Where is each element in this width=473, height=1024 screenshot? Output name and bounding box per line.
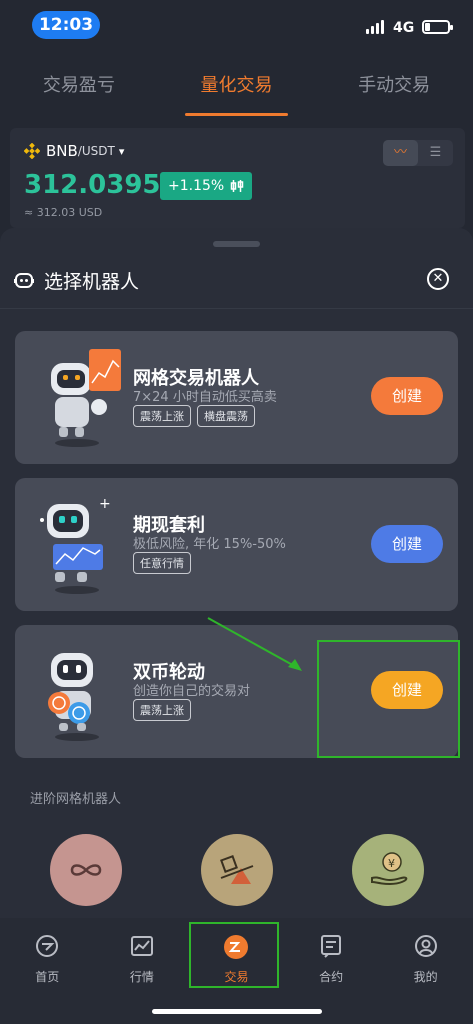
battery-icon bbox=[422, 20, 453, 34]
sheet-title-text: 选择机器人 bbox=[44, 270, 140, 293]
card-desc: 7×24 小时自动低买高卖 bbox=[133, 390, 277, 405]
grid-robot-illustration bbox=[51, 349, 121, 447]
change-percent: +1.15% bbox=[168, 178, 225, 194]
close-icon[interactable]: ✕ bbox=[427, 268, 449, 290]
tag: 震荡上涨 bbox=[133, 699, 191, 721]
shapes-icon bbox=[220, 855, 254, 884]
pair-selector[interactable]: BNB /USDT ▾ bbox=[24, 142, 124, 160]
nav-label: 合约 bbox=[319, 970, 344, 984]
annotation-arrow-icon bbox=[207, 617, 302, 671]
svg-text:¥: ¥ bbox=[388, 857, 395, 870]
tag-list: 震荡上涨 横盘震荡 bbox=[133, 405, 255, 427]
nav-label: 我的 bbox=[413, 970, 438, 984]
tab-quant-trading[interactable]: 量化交易 bbox=[158, 62, 316, 118]
chevron-down-icon: ▾ bbox=[118, 144, 125, 158]
nav-label: 首页 bbox=[35, 970, 60, 984]
last-price: 312.0395 bbox=[24, 170, 161, 200]
pair-quote: /USDT bbox=[77, 144, 115, 158]
profile-icon bbox=[414, 935, 437, 957]
nav-home[interactable]: 首页 bbox=[0, 918, 95, 1024]
view-toggle: 〰 ☰ bbox=[383, 140, 453, 166]
candlestick-icon bbox=[230, 180, 244, 192]
status-bar: 12:03 4G bbox=[0, 0, 473, 50]
line-chart-icon[interactable]: 〰 bbox=[383, 140, 418, 166]
create-grid-bot-button[interactable]: 创建 bbox=[371, 377, 443, 415]
robot-head-icon bbox=[14, 273, 34, 288]
chart-icon bbox=[130, 936, 153, 956]
advanced-bot-shapes[interactable] bbox=[201, 834, 273, 906]
tag: 震荡上涨 bbox=[133, 405, 191, 427]
network-label: 4G bbox=[393, 20, 415, 36]
advanced-bot-yuan[interactable]: ¥ bbox=[352, 834, 424, 906]
tab-manual-trading[interactable]: 手动交易 bbox=[315, 62, 473, 118]
list-icon[interactable]: ☰ bbox=[418, 140, 453, 166]
card-desc: 极低风险, 年化 15%-50% bbox=[133, 537, 286, 552]
create-arbitrage-bot-button[interactable]: 创建 bbox=[371, 525, 443, 563]
change-badge: +1.15% bbox=[160, 172, 253, 200]
dual-currency-robot-illustration bbox=[48, 653, 99, 741]
arbitrage-robot-illustration: + bbox=[40, 496, 111, 594]
robot-select-sheet: 选择机器人 ✕ 网格交易机器人 7×24 小时自动低买高卖 震荡上涨 横盘震荡 … bbox=[0, 228, 473, 918]
tag-list: 震荡上涨 bbox=[133, 699, 191, 721]
status-time: 12:03 bbox=[32, 11, 100, 39]
signal-icon bbox=[366, 20, 386, 34]
nav-label: 行情 bbox=[129, 970, 154, 984]
contract-icon bbox=[321, 935, 342, 958]
annotation-box bbox=[317, 640, 460, 758]
tag: 任意行情 bbox=[133, 552, 191, 574]
home-icon bbox=[36, 935, 59, 957]
tab-pnl[interactable]: 交易盈亏 bbox=[0, 62, 158, 118]
sheet-title: 选择机器人 bbox=[14, 268, 140, 293]
card-desc: 创造你自己的交易对 bbox=[133, 684, 251, 699]
ticker-panel: BNB /USDT ▾ 312.0395 +1.15% ≈ 312.03 USD… bbox=[10, 128, 465, 228]
top-tabs: 交易盈亏 量化交易 手动交易 bbox=[0, 62, 473, 118]
annotation-box bbox=[189, 922, 279, 988]
sheet-handle[interactable] bbox=[213, 241, 260, 247]
nav-profile[interactable]: 我的 bbox=[378, 918, 473, 1024]
price-usd: ≈ 312.03 USD bbox=[24, 206, 103, 219]
home-indicator bbox=[152, 1009, 322, 1014]
divider bbox=[0, 308, 473, 309]
advanced-bot-infinity[interactable] bbox=[50, 834, 122, 906]
pair-base: BNB bbox=[46, 142, 78, 160]
yuan-hand-icon: ¥ bbox=[371, 852, 408, 886]
tag-list: 任意行情 bbox=[133, 552, 191, 574]
card-arbitrage-bot[interactable]: + 期现套利 极低风险, 年化 15%-50% 任意行情 创建 bbox=[15, 478, 458, 611]
tag: 横盘震荡 bbox=[197, 405, 255, 427]
infinity-icon bbox=[70, 864, 102, 876]
section-label: 进阶网格机器人 bbox=[30, 792, 122, 807]
bnb-logo-icon bbox=[24, 143, 40, 159]
svg-text:+: + bbox=[99, 496, 111, 512]
card-grid-bot[interactable]: 网格交易机器人 7×24 小时自动低买高卖 震荡上涨 横盘震荡 创建 bbox=[15, 331, 458, 464]
